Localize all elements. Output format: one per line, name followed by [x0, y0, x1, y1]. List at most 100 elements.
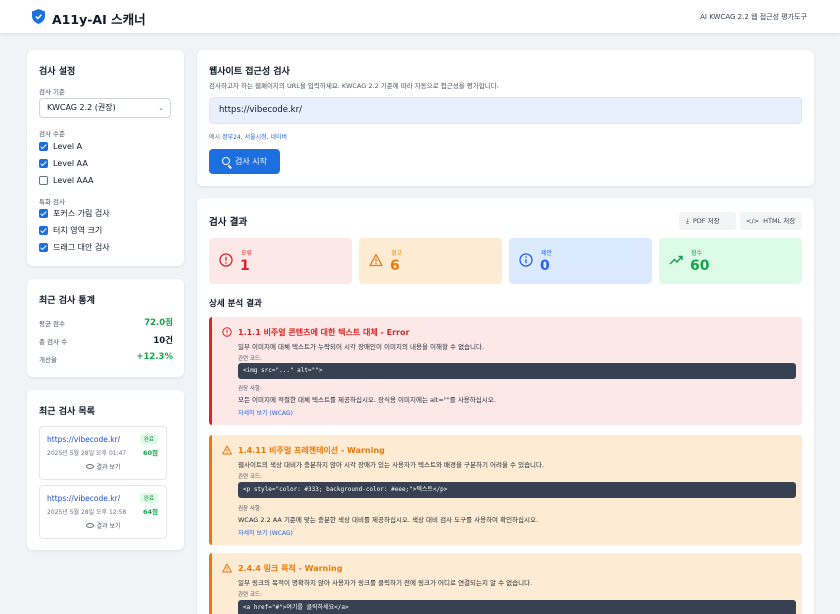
pdf-save-label: PDF 저장 [692, 217, 720, 225]
history-item[interactable]: https://vibecode.kr/ 완료 2025년 5월 28일 오후 … [39, 485, 167, 539]
start-scan-button[interactable]: 검사 시작 [209, 149, 280, 174]
eye-icon [85, 464, 94, 469]
summary-label: 경고 [391, 250, 403, 257]
summary-value: 0 [540, 258, 550, 274]
checkbox-level-a[interactable]: Level A [39, 141, 82, 151]
issue-card-error: 1.1.1 비주얼 콘텐츠에 대한 텍스트 대체 - Error 일부 이미지에… [209, 317, 802, 425]
checkbox-touch-target[interactable]: 터치 영역 크기 [39, 225, 102, 235]
stat-label: 개선율 [39, 356, 57, 364]
summary-warnings: 경고 6 [359, 238, 502, 284]
checkbox-focus-obscured[interactable]: 포커스 가림 검사 [39, 208, 110, 218]
checkbox-icon[interactable] [39, 175, 48, 185]
checkbox-icon[interactable] [39, 158, 48, 168]
stat-value: +12.3% [136, 352, 173, 362]
error-circle-icon [222, 327, 232, 337]
history-title: 최근 검사 목록 [39, 407, 95, 417]
example-link[interactable]: 서울시청 [245, 134, 267, 141]
issue-title: 2.4.4 링크 목적 - Warning [238, 564, 343, 573]
view-result-button[interactable]: 결과 보기 [41, 461, 165, 475]
scan-title: 웹사이트 접근성 검사 [209, 67, 290, 77]
pdf-save-button[interactable]: ⤓ PDF 저장 [679, 212, 736, 230]
issue-description: 일부 이미지에 대체 텍스트가 누락되어 시각 장애인이 이미지의 내용을 이해… [238, 343, 485, 351]
checkbox-label: Level AAA [53, 175, 94, 185]
history-url[interactable]: https://vibecode.kr/ [47, 494, 120, 503]
standard-select-value: KWCAG 2.2 (권장) [47, 103, 116, 112]
issue-card-warning: 2.4.4 링크 목적 - Warning 일부 링크의 목적이 명확하지 않아… [209, 553, 802, 614]
recommendation-label: 권장 사항: [238, 506, 262, 512]
stat-improvement: 개선율 +12.3% [39, 352, 173, 364]
info-circle-icon [519, 253, 533, 267]
checkbox-label: Level AA [53, 158, 88, 168]
code-icon: </> [746, 217, 760, 225]
url-input[interactable]: https://vibecode.kr/ [209, 97, 802, 124]
view-result-label: 결과 보기 [96, 464, 121, 471]
stat-value: 72.0점 [144, 318, 173, 328]
wcag-link[interactable]: 자세히 보기 (WCAG) [238, 408, 293, 417]
wcag-link[interactable]: 자세히 보기 (WCAG) [238, 528, 293, 537]
checkbox-label: Level A [53, 141, 83, 151]
status-badge: 완료 [139, 493, 158, 503]
checkbox-level-aa[interactable]: Level AA [39, 158, 88, 168]
checkbox-icon[interactable] [39, 208, 48, 218]
checkbox-icon[interactable] [39, 242, 48, 252]
checkbox-label: 터치 영역 크기 [53, 225, 103, 235]
error-circle-icon [219, 253, 233, 267]
example-link[interactable]: 정부24 [222, 134, 241, 141]
summary-suggestions: 제안 0 [509, 238, 652, 284]
history-score: 64점 [142, 508, 158, 516]
warning-triangle-icon [369, 253, 383, 267]
history-score: 60점 [142, 449, 158, 457]
eye-icon [85, 523, 94, 528]
detail-title: 상세 분석 결과 [209, 299, 262, 309]
standard-label: 검사 기준 [39, 88, 65, 96]
start-scan-label: 검사 시작 [235, 157, 267, 166]
example-link[interactable]: 네이버 [271, 134, 288, 141]
examples-prefix: 예시: [209, 134, 223, 141]
code-snippet: <img src="..." alt=""> [238, 363, 796, 379]
issue-card-warning: 1.4.11 비주얼 프레젠테이션 - Warning 웹사이트의 색상 대비가… [209, 435, 802, 545]
history-item[interactable]: https://vibecode.kr/ 완료 2025년 5월 28일 오후 … [39, 426, 167, 480]
checkbox-level-aaa[interactable]: Level AAA [39, 175, 94, 185]
stats-title: 최근 검사 통계 [39, 296, 95, 306]
view-result-label: 결과 보기 [96, 523, 121, 530]
checkbox-drag-alternative[interactable]: 드래그 대안 검사 [39, 242, 110, 252]
checkbox-icon[interactable] [39, 141, 48, 151]
stat-total-scans: 총 검사 수 10건 [39, 334, 173, 346]
warning-triangle-icon [222, 563, 232, 573]
results-title: 검사 결과 [209, 217, 248, 228]
recommendation-text: 모든 이미지에 적절한 대체 텍스트를 제공하십시오. 장식용 이미지에는 al… [238, 396, 496, 404]
settings-title: 검사 설정 [39, 67, 76, 77]
warning-triangle-icon [222, 445, 232, 455]
stat-label: 총 검사 수 [39, 338, 68, 346]
checkbox-icon[interactable] [39, 225, 48, 235]
checkbox-label: 드래그 대안 검사 [53, 242, 110, 252]
issue-description: 웹사이트의 색상 대비가 충분하지 않아 시각 장애가 있는 사용자가 텍스트와… [238, 461, 545, 469]
stat-average-score: 평균 점수 72.0점 [39, 316, 173, 328]
html-save-label: HTML 저장 [763, 217, 796, 225]
status-badge: 완료 [139, 434, 158, 444]
code-snippet: <a href="#">여기를 클릭하세요</a> [238, 600, 796, 614]
checkbox-label: 포커스 가림 검사 [53, 208, 110, 218]
standard-select[interactable]: KWCAG 2.2 (권장) ⌄ [39, 98, 171, 118]
download-icon: ⤓ [686, 217, 689, 225]
code-label: 관련 코드: [238, 474, 262, 480]
summary-value: 1 [240, 258, 250, 274]
summary-label: 오류 [241, 250, 253, 257]
url-examples: 예시:정부24, 서울시청, 네이버 [209, 134, 288, 141]
app-subtitle: AI KWCAG 2.2 웹 접근성 평가도구 [700, 13, 807, 21]
history-url[interactable]: https://vibecode.kr/ [47, 435, 120, 444]
recommendation-text: WCAG 2.2 AA 기준에 맞는 충분한 색상 대비를 제공하십시오. 색상… [238, 516, 539, 524]
view-result-button[interactable]: 결과 보기 [41, 520, 165, 534]
code-snippet: <p style="color: #333; background-color:… [238, 482, 796, 498]
stat-label: 평균 점수 [39, 320, 65, 328]
summary-value: 6 [390, 258, 400, 274]
html-save-button[interactable]: </> HTML 저장 [740, 212, 802, 230]
code-label: 관련 코드: [238, 356, 262, 362]
summary-value: 60 [690, 258, 710, 274]
issue-title: 1.1.1 비주얼 콘텐츠에 대한 텍스트 대체 - Error [238, 328, 410, 337]
history-date: 2025년 5월 28일 오후 01:47 [47, 450, 127, 457]
recommendation-label: 권장 사항: [238, 386, 262, 392]
special-label: 특화 검사 [39, 198, 65, 206]
stat-value: 10건 [153, 336, 173, 346]
chevron-down-icon: ⌄ [158, 104, 164, 112]
